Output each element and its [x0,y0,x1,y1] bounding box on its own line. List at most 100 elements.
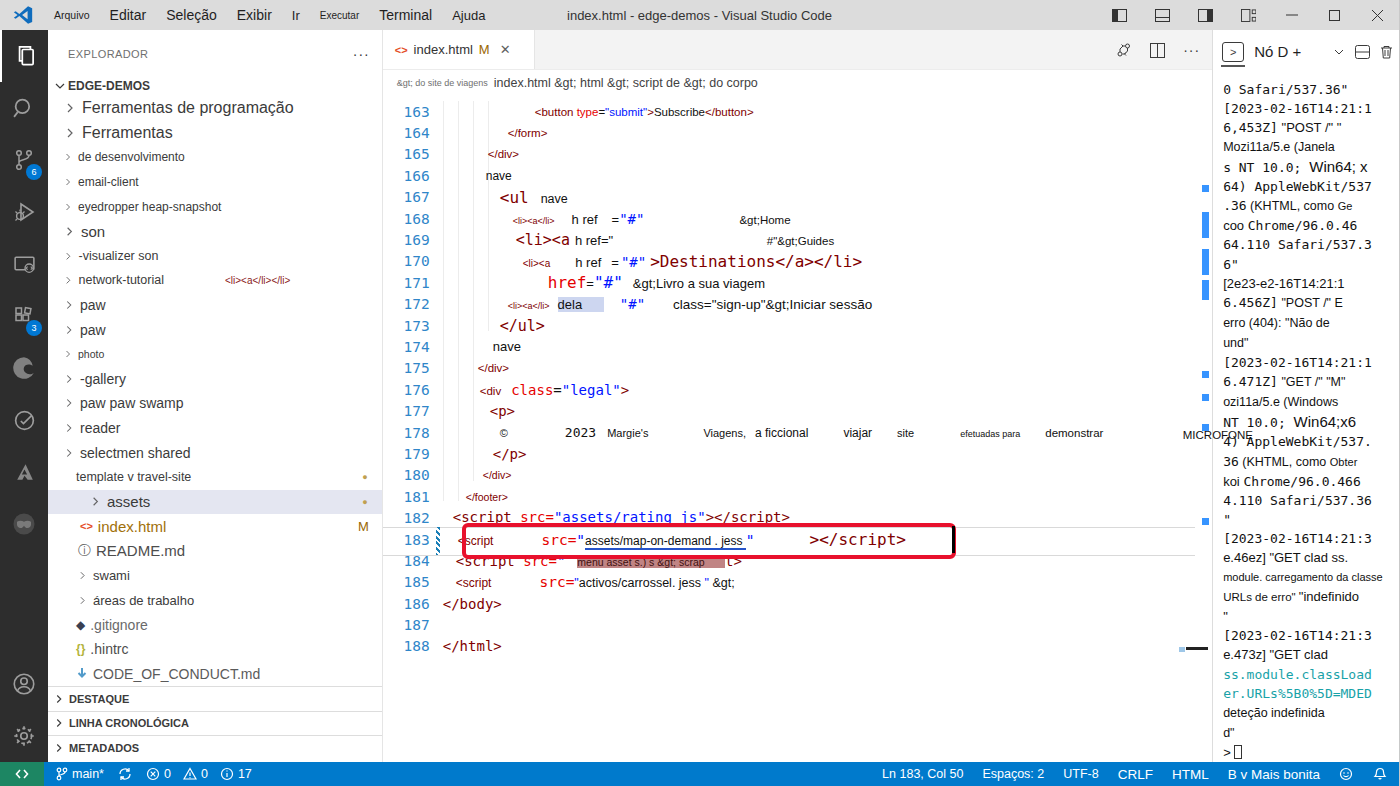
code-line-178[interactable]: 178©2023Margie'sViagens,a ficcionalviaja… [383,422,1212,443]
activitybar-edge-icon[interactable] [0,342,48,394]
bell-icon[interactable] [1373,767,1387,781]
activitybar-remote-icon[interactable] [0,238,48,290]
trash-icon[interactable] [1380,45,1393,59]
customize-layout-icon[interactable] [1227,0,1270,30]
code-line-186[interactable]: 186</body> [383,593,1212,614]
code-line-180[interactable]: 180</div> [383,465,1212,486]
formatter-indicator[interactable]: B v Mais bonita [1228,767,1320,782]
cursor-position[interactable]: Ln 183, Col 50 [882,767,963,781]
code-editor[interactable]: MICROFONE 163<button type="submit">Subsc… [383,96,1212,762]
code-line-164[interactable]: 164</form> [383,122,1212,143]
encoding[interactable]: UTF-8 [1063,767,1098,781]
editor-more-icon[interactable]: ··· [1183,42,1200,58]
code-line-185[interactable]: 185<scriptsrc="activos/carrossel. jess "… [383,572,1212,593]
tree-item-paw[interactable]: paw [48,293,382,318]
tree-item-ferramentas[interactable]: Ferramentas [48,121,382,146]
sync-indicator[interactable] [118,767,132,781]
activitybar-explorer-icon[interactable] [0,30,48,82]
code-line-171[interactable]: 171href="#"&gt;Livro a sua viagem [383,272,1212,293]
code-line-187[interactable]: 187 [383,614,1212,635]
code-line-176[interactable]: 176<divclass="legal"> [383,379,1212,400]
tree-item-email-client[interactable]: email-client [48,170,382,195]
tree-item-eyedropper-heap-snapshot[interactable]: eyedropper heap-snapshot [48,194,382,219]
code-line-174[interactable]: 174nave [383,336,1212,357]
layout-sidebar-left-icon[interactable] [1098,0,1141,30]
tree-item-network-tutorial[interactable]: network-tutorial<li><a</li></li> [48,268,382,293]
menu-exibir[interactable]: Exibir [227,7,282,23]
tree-item--hintrc[interactable]: {}.hintrc [48,637,382,662]
eol[interactable]: CRLF [1118,767,1153,782]
tree-item-selectmen-shared[interactable]: selectmen shared [48,440,382,465]
section-metadados[interactable]: METADADOS [48,735,382,759]
tree-item-assets[interactable]: assets● [48,490,382,515]
tree-item-paw[interactable]: paw [48,317,382,342]
activitybar-mask-icon[interactable] [0,498,48,550]
close-button[interactable] [1356,0,1399,30]
code-line-170[interactable]: 170<li><ah ref="#">Destinations</a></li> [383,251,1212,272]
code-line-167[interactable]: 167<ulnave [383,187,1212,208]
menu-ir[interactable]: Ir [282,8,310,23]
tree-item-de-desenvolvimento[interactable]: de desenvolvimento [48,145,382,170]
code-line-172[interactable]: 172<li><a</li>dela "#"class="sign-up"&gt… [383,294,1212,315]
tree-item-reader[interactable]: reader [48,416,382,441]
section-linha-cronol-gica[interactable]: LINHA CRONOLÓGICA [48,711,382,735]
tree-item--reas-de-trabalho[interactable]: áreas de trabalho [48,588,382,613]
code-line-181[interactable]: 181</footer> [383,486,1212,507]
code-line-175[interactable]: 175</div> [383,358,1212,379]
code-line-169[interactable]: 169<li><ah ref=" #"&gt;Guides [383,229,1212,250]
menu-editar[interactable]: Editar [100,7,157,23]
activitybar-azure-icon[interactable] [0,446,48,498]
tree-item-index-html[interactable]: <>index.htmlM [48,514,382,539]
menu-seleção[interactable]: Seleção [156,7,227,23]
code-line-177[interactable]: 177<p> [383,400,1212,421]
feedback-icon[interactable] [1339,767,1354,781]
activitybar-search-icon[interactable] [0,82,48,134]
code-line-163[interactable]: 163<button type="submit">Subscribe</butt… [383,101,1212,122]
layout-sidebar-right-icon[interactable] [1184,0,1227,30]
tree-item--gitignore[interactable]: ◆.gitignore [48,612,382,637]
code-line-166[interactable]: 166nave [383,165,1212,186]
tree-item-template-v-travel-site[interactable]: template v travel-site● [48,465,382,490]
tree-item-swami[interactable]: swami [48,563,382,588]
menu-ajuda[interactable]: Ajuda [442,8,495,23]
layout-panel-icon[interactable] [1141,0,1184,30]
workspace-root-folder[interactable]: EDGE-DEMOS [48,76,382,96]
tab-index-html[interactable]: <> index.html M ✕ [383,30,535,69]
menu-executar[interactable]: Executar [310,10,369,21]
chevron-down-icon[interactable] [1333,46,1345,58]
maximize-button[interactable] [1313,0,1356,30]
problems-indicator[interactable]: 0 0 17 [146,767,252,781]
indentation[interactable]: Espaços: 2 [982,767,1044,781]
code-line-165[interactable]: 165</div> [383,144,1212,165]
tree-item-ferramentas-de-programa-o[interactable]: Ferramentas de programação [48,96,382,121]
tree-item--gallery[interactable]: -gallery [48,367,382,392]
terminal-output[interactable]: 0 Safari/537.36"[2023-02-16T14:21:16,453… [1213,74,1399,762]
code-line-188[interactable]: 188</html> [383,636,1212,657]
tree-item-readme-md[interactable]: ⓘREADME.md [48,539,382,564]
tree-item-paw-paw-swamp[interactable]: paw paw swamp [48,391,382,416]
breadcrumb[interactable]: &gt; do site de viagens index.html &gt; … [383,70,1212,96]
activitybar-gear-icon[interactable] [0,710,48,762]
code-line-173[interactable]: 173</ul> [383,315,1212,336]
terminal-tab-icon[interactable]: > [1222,42,1244,62]
activitybar-test-icon[interactable] [0,394,48,446]
activitybar-account-icon[interactable] [0,658,48,710]
tree-item-son[interactable]: son [48,219,382,244]
code-line-179[interactable]: 179</p> [383,443,1212,464]
open-changes-icon[interactable] [1116,42,1132,58]
menu-arquivo[interactable]: Arquivo [44,9,100,21]
tree-item-code-of-conduct-md[interactable]: CODE_OF_CONDUCT.md [48,662,382,687]
menu-terminal[interactable]: Terminal [369,7,442,23]
code-line-168[interactable]: 168<li><a</li>h ref="#"&gt;Home [383,208,1212,229]
minimize-button[interactable] [1270,0,1313,30]
explorer-more-icon[interactable]: ··· [353,46,370,62]
split-editor-icon[interactable] [1150,43,1165,58]
tree-item-photo[interactable]: photo [48,342,382,367]
activitybar-scm-icon[interactable]: 6 [0,134,48,186]
split-terminal-icon[interactable] [1355,45,1370,59]
git-branch-indicator[interactable]: main* [56,767,104,781]
tree-item--visualizer-son[interactable]: -visualizer son [48,244,382,269]
activitybar-extensions-icon[interactable]: 3 [0,290,48,342]
language-mode[interactable]: HTML [1172,767,1209,782]
section-destaque[interactable]: DESTAQUE [48,686,382,710]
